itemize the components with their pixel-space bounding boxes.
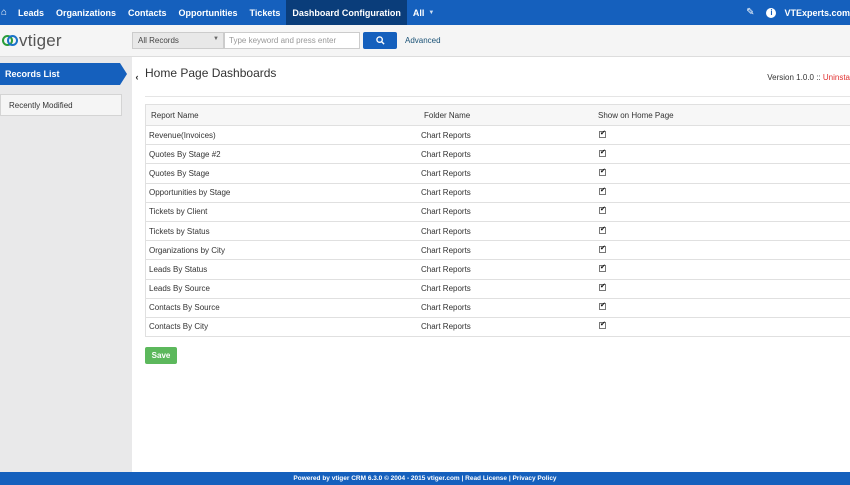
folder-name-cell: Chart Reports xyxy=(421,284,471,294)
folder-name-cell: Chart Reports xyxy=(421,207,471,217)
show-on-home-cell xyxy=(598,167,850,178)
report-name-cell: Quotes By Stage xyxy=(149,168,210,178)
header-bar: vtiger All Records ▼ Type keyword and pr… xyxy=(0,25,850,57)
nav-all[interactable]: All ▼ xyxy=(407,0,440,25)
show-on-home-cell xyxy=(598,186,850,197)
table-row: Tickets by Client Chart Reports xyxy=(146,203,850,222)
table-row: Opportunities by Stage Chart Reports xyxy=(146,184,850,203)
folder-name-cell: Chart Reports xyxy=(421,303,471,313)
report-name-cell: Contacts By City xyxy=(149,322,209,332)
show-on-home-checkbox[interactable] xyxy=(599,186,606,196)
show-on-home-cell xyxy=(598,129,850,140)
show-on-home-checkbox[interactable] xyxy=(599,167,606,176)
show-on-home-cell xyxy=(598,225,850,236)
user-menu[interactable]: VTExperts.com xyxy=(784,8,850,18)
show-on-home-checkbox[interactable] xyxy=(599,205,606,215)
show-on-home-checkbox[interactable] xyxy=(599,148,606,157)
search-button[interactable] xyxy=(363,32,397,49)
show-on-home-checkbox[interactable] xyxy=(599,301,606,311)
folder-name-cell: Chart Reports xyxy=(421,245,471,255)
footer: Powered by vtiger CRM 6.3.0 © 2004 - 201… xyxy=(0,472,850,485)
report-name-cell: Revenue(Invoices) xyxy=(149,130,216,140)
report-name-cell: Tickets by Client xyxy=(149,207,208,217)
folder-name-cell: Chart Reports xyxy=(421,188,471,198)
show-on-home-checkbox[interactable] xyxy=(599,263,606,272)
show-on-home-cell xyxy=(598,148,850,159)
report-name-cell: Quotes By Stage #2 xyxy=(149,149,221,159)
nav-tickets[interactable]: Tickets xyxy=(244,0,287,25)
save-button[interactable]: Save xyxy=(145,347,177,364)
table-row: Contacts By City Chart Reports xyxy=(146,318,850,338)
report-name-cell: Opportunities by Stage xyxy=(149,188,231,198)
nav-contacts[interactable]: Contacts xyxy=(122,0,173,25)
report-name-cell: Leads By Status xyxy=(149,264,208,274)
nav-organizations[interactable]: Organizations xyxy=(50,0,122,25)
vtiger-logo[interactable]: vtiger xyxy=(2,31,62,51)
sidebar: Records List Recently Modified xyxy=(0,57,132,472)
folder-name-cell: Chart Reports xyxy=(421,130,471,140)
folder-name-cell: Chart Reports xyxy=(421,168,471,178)
sidebar-item-records-list[interactable]: Records List xyxy=(0,63,127,85)
show-on-home-cell xyxy=(598,320,850,331)
search-icon xyxy=(375,36,385,45)
search-input[interactable]: Type keyword and press enter xyxy=(224,32,360,49)
page-title: Home Page Dashboards xyxy=(145,66,277,80)
advanced-search-link[interactable]: Advanced xyxy=(405,36,441,45)
home-icon[interactable]: ⌂ xyxy=(0,0,12,25)
column-header-folder-name: Folder Name xyxy=(424,110,471,120)
dashboards-table: Report Name Folder Name Show on Home Pag… xyxy=(145,104,850,338)
collapse-sidebar-icon[interactable]: ‹ xyxy=(132,70,142,84)
uninstall-link[interactable]: Uninsta xyxy=(823,73,850,82)
vtiger-logo-icon xyxy=(2,33,18,49)
nav-leads[interactable]: Leads xyxy=(12,0,50,25)
table-row: Quotes By Stage Chart Reports xyxy=(146,164,850,184)
table-row: Organizations by City Chart Reports xyxy=(146,241,850,261)
chevron-down-icon: ▼ xyxy=(428,9,435,16)
folder-name-cell: Chart Reports xyxy=(421,226,471,236)
show-on-home-checkbox[interactable] xyxy=(599,129,606,138)
column-header-report-name: Report Name xyxy=(151,110,199,120)
show-on-home-checkbox[interactable] xyxy=(599,282,606,292)
show-on-home-cell xyxy=(598,244,850,255)
show-on-home-cell xyxy=(598,282,850,293)
report-name-cell: Leads By Source xyxy=(149,284,210,294)
chevron-down-icon: ▼ xyxy=(213,36,219,42)
table-row: Leads By Source Chart Reports xyxy=(146,280,850,299)
info-icon[interactable]: i xyxy=(766,7,777,18)
table-row: Contacts By Source Chart Reports xyxy=(146,299,850,318)
folder-name-cell: Chart Reports xyxy=(421,322,471,332)
report-name-cell: Tickets by Status xyxy=(149,226,210,236)
sidebar-item-recently-modified[interactable]: Recently Modified xyxy=(0,94,122,116)
table-row: Revenue(Invoices) Chart Reports xyxy=(146,126,850,146)
show-on-home-checkbox[interactable] xyxy=(599,320,606,330)
table-row: Leads By Status Chart Reports xyxy=(146,260,850,280)
records-filter-select[interactable]: All Records ▼ xyxy=(132,32,224,49)
report-name-cell: Contacts By Source xyxy=(149,303,220,313)
table-row: Tickets by Status Chart Reports xyxy=(146,222,850,242)
nav-opportunities[interactable]: Opportunities xyxy=(173,0,244,25)
pencil-icon[interactable]: ✎ xyxy=(746,7,754,18)
nav-dashboard-configuration[interactable]: Dashboard Configuration xyxy=(286,0,407,25)
report-name-cell: Organizations by City xyxy=(149,245,226,255)
folder-name-cell: Chart Reports xyxy=(421,264,471,274)
show-on-home-cell xyxy=(598,205,850,216)
table-row: Quotes By Stage #2 Chart Reports xyxy=(146,145,850,165)
top-nav-right: ✎ i VTExperts.com xyxy=(746,0,850,25)
show-on-home-cell xyxy=(598,263,850,274)
main-content: Home Page Dashboards Version 1.0.0 :: Un… xyxy=(132,57,850,472)
show-on-home-checkbox[interactable] xyxy=(599,225,606,234)
show-on-home-cell xyxy=(598,301,850,312)
divider xyxy=(145,96,850,97)
folder-name-cell: Chart Reports xyxy=(421,149,471,159)
top-nav: ⌂ Leads Organizations Contacts Opportuni… xyxy=(0,0,850,25)
column-header-show-on-home-page: Show on Home Page xyxy=(598,110,674,120)
logo-text: vtiger xyxy=(19,31,62,50)
table-header: Report Name Folder Name Show on Home Pag… xyxy=(146,105,850,126)
show-on-home-checkbox[interactable] xyxy=(599,244,606,253)
version-info: Version 1.0.0 :: Uninsta xyxy=(767,73,850,82)
